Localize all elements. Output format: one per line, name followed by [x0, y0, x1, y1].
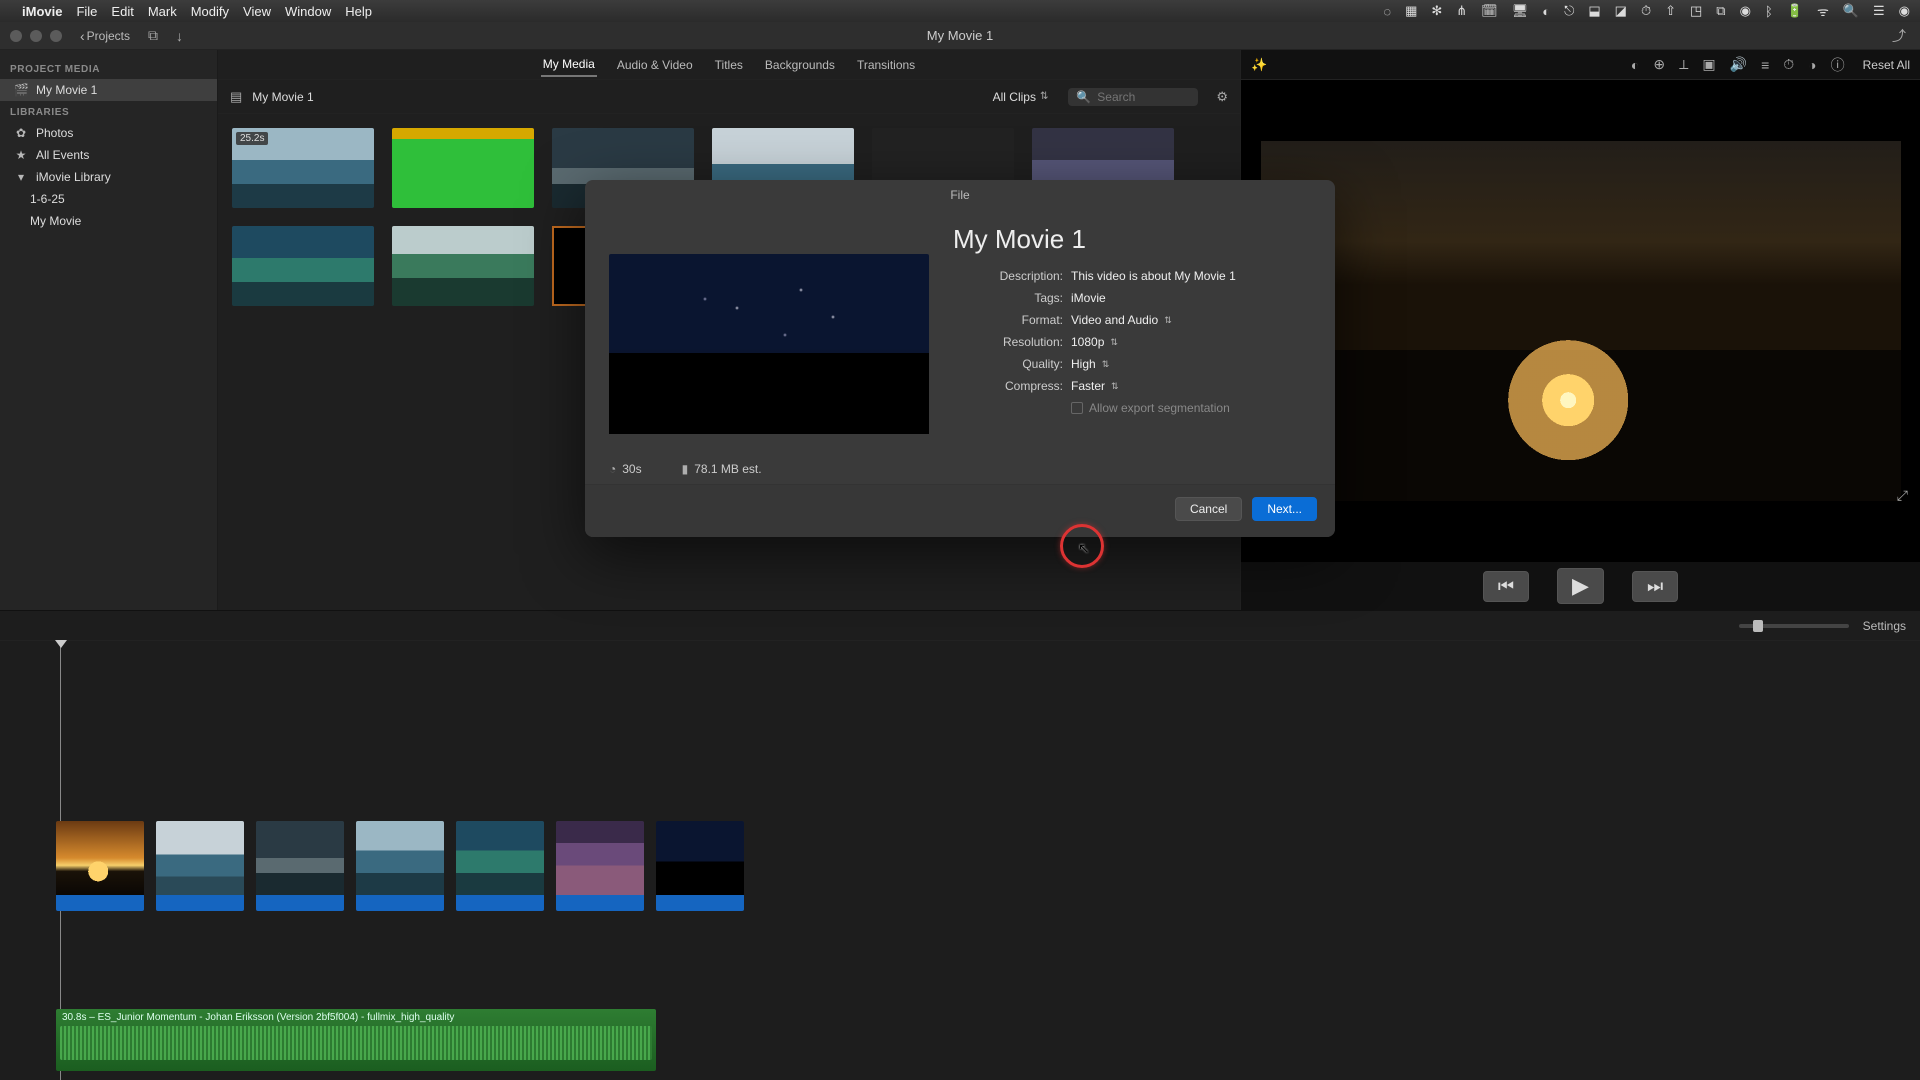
clock-icon: ◔: [609, 462, 616, 476]
chevron-updown-icon: ⇅: [1102, 359, 1110, 370]
modal-backdrop: File ◔30s ▮78.1 MB est. My Movie 1 Descr…: [0, 0, 1920, 1080]
resolution-label: Resolution:: [953, 335, 1063, 349]
chevron-updown-icon: ⇅: [1110, 337, 1118, 348]
chevron-updown-icon: ⇅: [1164, 315, 1172, 326]
cancel-button[interactable]: Cancel: [1175, 497, 1242, 521]
segmentation-label: Allow export segmentation: [1089, 401, 1230, 415]
dialog-title: File: [585, 180, 1335, 206]
export-preview-thumbnail: [609, 254, 929, 434]
compress-label: Compress:: [953, 379, 1063, 393]
export-file-dialog: File ◔30s ▮78.1 MB est. My Movie 1 Descr…: [585, 180, 1335, 537]
description-field[interactable]: This video is about My Movie 1: [1071, 269, 1236, 283]
export-heading: My Movie 1: [953, 224, 1311, 255]
file-icon: ▮: [682, 462, 689, 476]
export-segmentation-row: Allow export segmentation: [1071, 401, 1311, 415]
resolution-dropdown[interactable]: 1080p⇅: [1071, 335, 1118, 349]
compress-dropdown[interactable]: Faster⇅: [1071, 379, 1119, 393]
export-duration: ◔30s: [609, 462, 642, 476]
segmentation-checkbox: [1071, 402, 1083, 414]
next-button[interactable]: Next...: [1252, 497, 1317, 521]
export-filesize: ▮78.1 MB est.: [682, 462, 762, 476]
dialog-footer: Cancel Next...: [585, 484, 1335, 537]
format-dropdown[interactable]: Video and Audio⇅: [1071, 313, 1172, 327]
tags-label: Tags:: [953, 291, 1063, 305]
description-label: Description:: [953, 269, 1063, 283]
format-label: Format:: [953, 313, 1063, 327]
quality-dropdown[interactable]: High⇅: [1071, 357, 1109, 371]
chevron-updown-icon: ⇅: [1111, 381, 1119, 392]
tags-field[interactable]: iMovie: [1071, 291, 1106, 305]
quality-label: Quality:: [953, 357, 1063, 371]
